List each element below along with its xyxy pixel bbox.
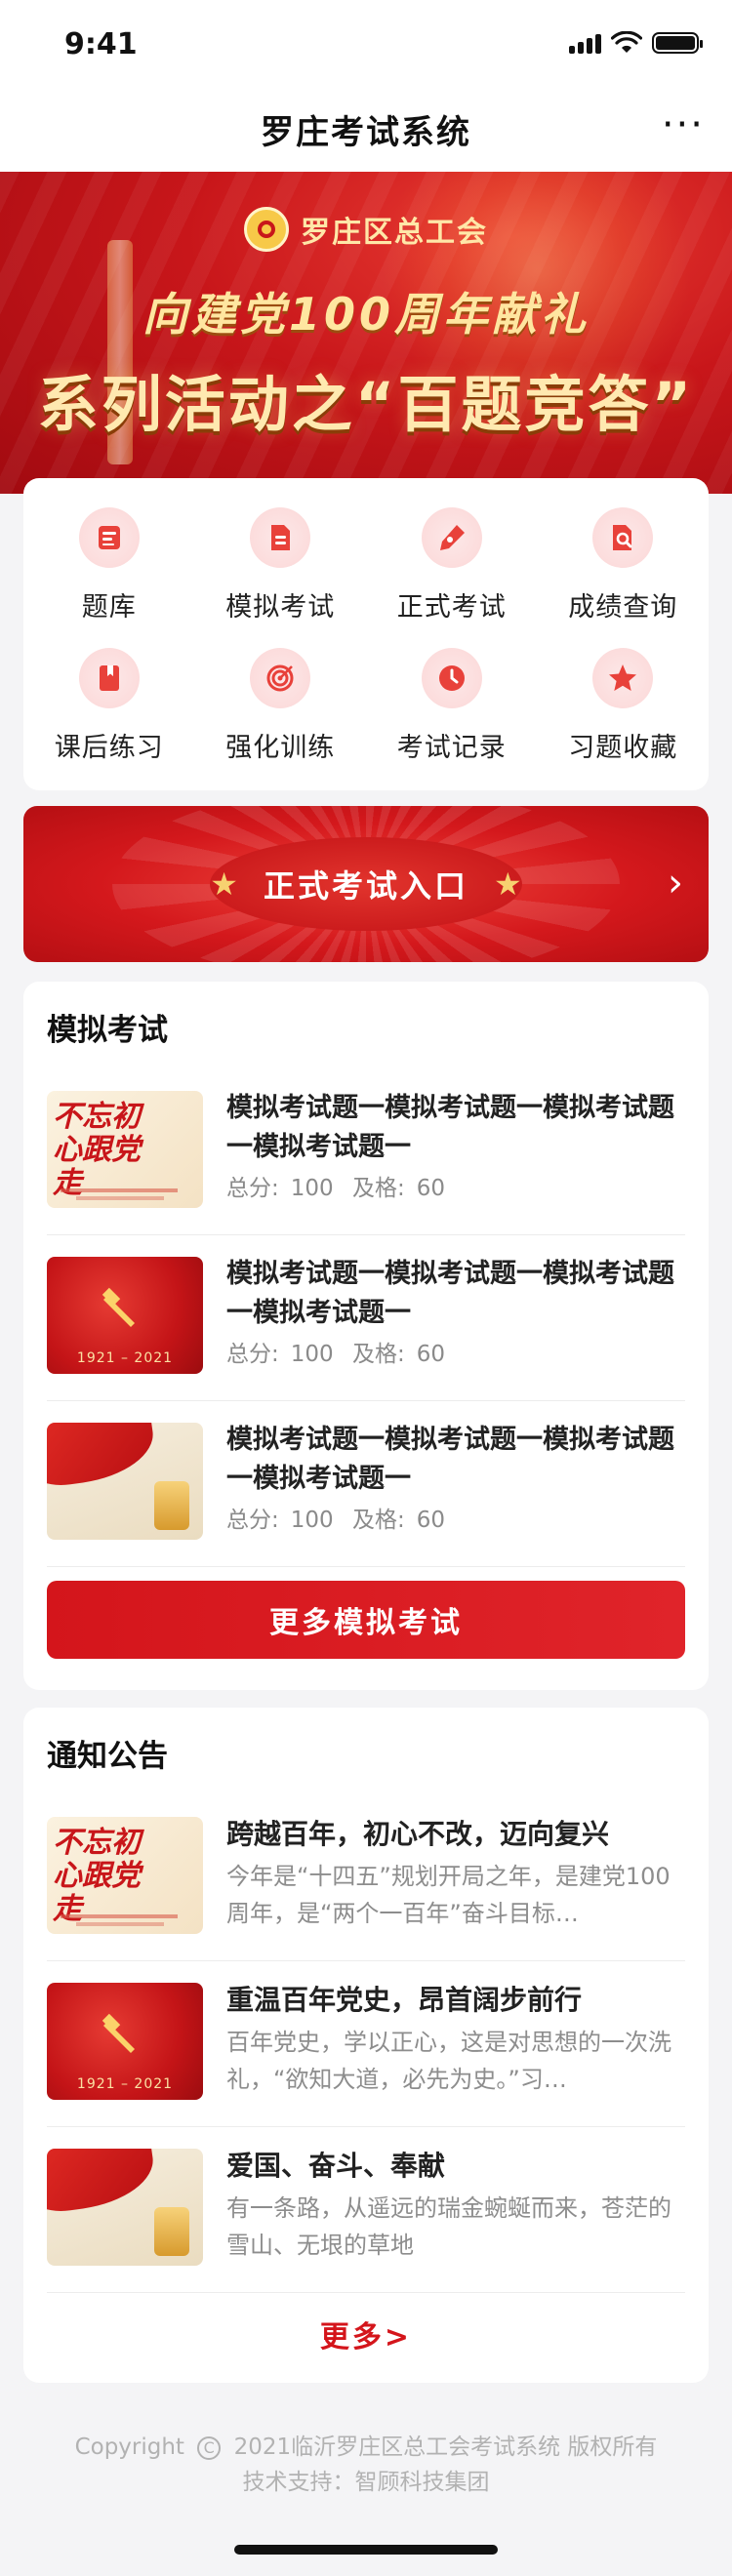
notice-item[interactable]: 爱国、奋斗、奉献 有一条路，从遥远的瑞金蜿蜒而来，苍茫的雪山、无垠的草地 (47, 2127, 685, 2293)
section-title: 模拟考试 (47, 1013, 168, 1048)
exam-title: 模拟考试题一模拟考试题一模拟考试题一模拟考试题一 (226, 1425, 674, 1494)
question-bank-icon (78, 507, 140, 568)
banner-slogan-line2: 系列活动之“百题竞答” (37, 369, 695, 440)
pass-label: 及格: (351, 1508, 405, 1533)
total-label: 总分: (226, 1508, 279, 1533)
star-icon (592, 648, 654, 708)
total-score: 100 (290, 1508, 334, 1533)
menu-item-exam-records[interactable]: 考试记录 (366, 648, 538, 788)
notice-thumbnail: 不忘初心跟党走 (47, 1817, 203, 1934)
notice-section: 通知公告 不忘初心跟党走 跨越百年，初心不改，迈向复兴 今年是“十四五”规划开局… (23, 1708, 709, 2383)
book-icon (78, 648, 140, 708)
mock-exam-section: 模拟考试 不忘初心跟党走 模拟考试题一模拟考试题一模拟考试题一模拟考试题一 总分… (23, 982, 709, 1690)
clock-icon (421, 648, 482, 708)
nav-bar: 罗庄考试系统 ··· (0, 86, 732, 172)
star-icon: ★ (210, 865, 238, 903)
home-indicator (234, 2545, 498, 2555)
section-title: 通知公告 (47, 1739, 168, 1774)
signal-icon (569, 32, 601, 54)
status-icons (569, 31, 703, 55)
thumbnail-years: 1921 – 2021 (76, 2076, 174, 2092)
battery-icon (652, 32, 703, 54)
menu-label: 课后练习 (54, 733, 164, 763)
union-logo-icon (244, 207, 289, 252)
footer: Copyright C 2021临沂罗庄区总工会考试系统 版权所有 技术支持：智… (0, 2430, 732, 2500)
pen-icon (421, 507, 482, 568)
formal-exam-entry[interactable]: ★ 正式考试入口 ★ › (23, 806, 709, 962)
notice-title: 重温百年党史，昂首阔步前行 (226, 1984, 583, 2016)
feature-menu: 题库 模拟考试 正式考试 成绩查询 课后练习 强化训练 考试记录 习题收藏 (23, 478, 709, 790)
copyright-icon: C (197, 2435, 222, 2460)
menu-label: 强化训练 (225, 733, 336, 763)
more-menu-icon[interactable]: ··· (662, 105, 705, 144)
banner-org-name: 罗庄区总工会 (301, 216, 488, 250)
menu-item-question-bank[interactable]: 题库 (23, 507, 195, 648)
pass-score: 60 (416, 1508, 445, 1533)
notice-thumbnail: 1921 – 2021 (47, 1983, 203, 2100)
exam-title: 模拟考试题一模拟考试题一模拟考试题一模拟考试题一 (226, 1093, 674, 1162)
pass-score: 60 (416, 1176, 445, 1201)
pass-label: 及格: (351, 1176, 405, 1201)
exam-thumbnail: 1921 – 2021 (47, 1257, 203, 1374)
document-icon (250, 507, 311, 568)
page-title: 罗庄考试系统 (261, 112, 471, 152)
target-icon (250, 648, 311, 708)
mock-exam-item[interactable]: 模拟考试题一模拟考试题一模拟考试题一模拟考试题一 总分: 100 及格: 60 (47, 1401, 685, 1567)
pass-score: 60 (416, 1342, 445, 1367)
mock-exam-item[interactable]: 1921 – 2021 模拟考试题一模拟考试题一模拟考试题一模拟考试题一 总分:… (47, 1235, 685, 1401)
banner-slogan-line1: 向建党100周年献礼 (142, 288, 590, 341)
menu-item-practice[interactable]: 课后练习 (23, 648, 195, 788)
notice-desc: 今年是“十四五”规划开局之年，是建党100周年，是“两个一百年”奋斗目标… (226, 1863, 671, 1927)
menu-label: 成绩查询 (568, 592, 678, 623)
formal-exam-entry-label: 正式考试入口 (263, 867, 468, 905)
mock-exam-item[interactable]: 不忘初心跟党走 模拟考试题一模拟考试题一模拟考试题一模拟考试题一 总分: 100 … (47, 1069, 685, 1235)
total-score: 100 (290, 1342, 334, 1367)
menu-item-intensive-training[interactable]: 强化训练 (195, 648, 367, 788)
status-time: 9:41 (64, 27, 138, 61)
status-bar: 9:41 (0, 0, 732, 86)
more-notices-link[interactable]: 更多> (23, 2313, 709, 2355)
notice-item[interactable]: 1921 – 2021 重温百年党史，昂首阔步前行 百年党史，学以正心，这是对思… (47, 1961, 685, 2127)
total-score: 100 (290, 1176, 334, 1201)
total-label: 总分: (226, 1342, 279, 1367)
menu-item-score-query[interactable]: 成绩查询 (538, 507, 710, 648)
menu-item-formal-exam[interactable]: 正式考试 (366, 507, 538, 648)
copyright-line: Copyright C 2021临沂罗庄区总工会考试系统 版权所有 (0, 2430, 732, 2465)
thumbnail-calligraphy: 不忘初心跟党走 (53, 1826, 141, 1926)
tech-support: 技术支持：智顾科技集团 (242, 2470, 490, 2495)
menu-label: 习题收藏 (568, 733, 678, 763)
more-mock-exams-button[interactable]: 更多模拟考试 (47, 1581, 685, 1659)
exam-title: 模拟考试题一模拟考试题一模拟考试题一模拟考试题一 (226, 1259, 674, 1328)
exam-thumbnail: 不忘初心跟党走 (47, 1091, 203, 1208)
notice-desc: 百年党史，学以正心，这是对思想的一次洗礼，“欲知大道，必先为史。”习… (226, 2029, 671, 2093)
menu-label: 题库 (81, 592, 137, 623)
notice-title: 爱国、奋斗、奉献 (226, 2150, 446, 2182)
menu-label: 正式考试 (396, 592, 507, 623)
exam-meta: 总分: 100 及格: 60 (226, 1501, 457, 1534)
menu-item-mock-exam[interactable]: 模拟考试 (195, 507, 367, 648)
thumbnail-years: 1921 – 2021 (76, 1350, 174, 1366)
copyright-text: 2021临沂罗庄区总工会考试系统 版权所有 (233, 2435, 658, 2460)
exam-meta: 总分: 100 及格: 60 (226, 1335, 457, 1368)
thumbnail-calligraphy: 不忘初心跟党走 (53, 1100, 141, 1200)
notice-desc: 有一条路，从遥远的瑞金蜿蜒而来，苍茫的雪山、无垠的草地 (226, 2194, 671, 2259)
banner-org: 罗庄区总工会 (0, 207, 732, 252)
pass-label: 及格: (351, 1342, 405, 1367)
exam-thumbnail (47, 1423, 203, 1540)
copyright-prefix: Copyright (74, 2435, 184, 2460)
wifi-icon (611, 31, 642, 53)
chevron-right-icon: › (668, 861, 683, 906)
exam-meta: 总分: 100 及格: 60 (226, 1169, 457, 1202)
hero-banner[interactable]: 罗庄区总工会 向建党100周年献礼 系列活动之“百题竞答” (0, 172, 732, 494)
notice-item[interactable]: 不忘初心跟党走 跨越百年，初心不改，迈向复兴 今年是“十四五”规划开局之年，是建… (47, 1795, 685, 1961)
menu-label: 模拟考试 (225, 592, 336, 623)
star-icon: ★ (494, 865, 522, 903)
search-file-icon (592, 507, 654, 568)
notice-title: 跨越百年，初心不改，迈向复兴 (226, 1818, 610, 1850)
total-label: 总分: (226, 1176, 279, 1201)
menu-label: 考试记录 (396, 733, 507, 763)
notice-thumbnail (47, 2149, 203, 2266)
menu-item-favorites[interactable]: 习题收藏 (538, 648, 710, 788)
